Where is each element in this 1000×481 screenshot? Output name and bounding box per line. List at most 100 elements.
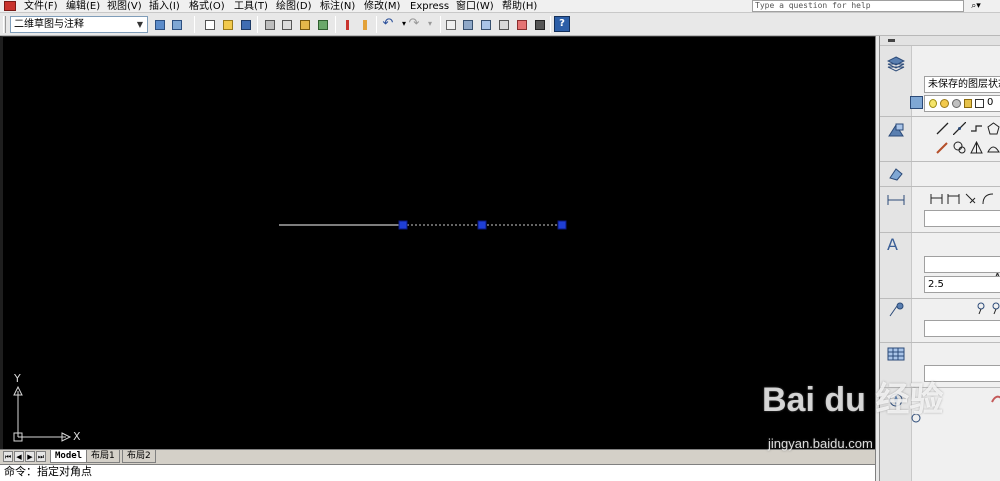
command-line[interactable]: 命令：指定对角点 [0, 464, 875, 481]
workspace-settings-icon[interactable] [151, 16, 167, 32]
palette-rail [880, 46, 912, 481]
lightbulb-icon[interactable] [929, 99, 937, 108]
linear-dimension-icon[interactable] [930, 192, 943, 205]
menu-tools[interactable]: 工具(T) [234, 0, 268, 13]
prev-tab-icon[interactable]: ◀ [14, 451, 24, 462]
polyline-icon[interactable] [970, 122, 983, 135]
new-icon[interactable] [201, 16, 217, 32]
help-icon[interactable]: ? [554, 16, 570, 32]
design-center-icon[interactable] [477, 16, 493, 32]
multileader-style-dropdown[interactable] [924, 320, 1000, 337]
add-leader-icon[interactable] [990, 302, 1000, 315]
grip-end[interactable] [557, 220, 567, 230]
ucs-icon: Y X [11, 372, 81, 443]
multileader-icon[interactable] [973, 302, 986, 315]
3d-dwf-icon[interactable] [314, 16, 330, 32]
menu-insert[interactable]: 插入(I) [149, 0, 180, 13]
properties-icon[interactable] [459, 16, 475, 32]
2d-draw-panel-icon[interactable] [887, 122, 905, 138]
menu-dimension[interactable]: 标注(N) [320, 0, 355, 13]
angular-dimension-icon[interactable] [964, 192, 977, 205]
layer-control-dropdown[interactable]: 0 [924, 95, 1000, 112]
first-tab-icon[interactable]: ⏮ [3, 451, 13, 462]
menu-draw[interactable]: 绘图(D) [276, 0, 312, 13]
revision-cloud-icon[interactable] [936, 141, 949, 154]
help-search-icon[interactable]: ⌕▾ [964, 0, 988, 12]
last-tab-icon[interactable]: ⏭ [36, 451, 46, 462]
chevron-down-icon[interactable]: ▾ [422, 16, 438, 32]
menu-express[interactable]: Express [410, 0, 449, 13]
toolbar-grip[interactable] [3, 16, 6, 33]
panel-separator [880, 186, 1000, 187]
aligned-dimension-icon[interactable] [947, 192, 960, 205]
undo-icon[interactable]: ↶ [380, 16, 396, 32]
pan-icon[interactable] [442, 16, 458, 32]
hatch-icon[interactable] [970, 140, 983, 154]
collapse-icon[interactable] [888, 39, 895, 42]
sun-icon[interactable] [940, 99, 949, 108]
next-tab-icon[interactable]: ▶ [25, 451, 35, 462]
dimensions-panel-icon[interactable] [887, 192, 905, 208]
text-panel-icon[interactable]: A [887, 237, 905, 253]
grip-mid[interactable] [477, 220, 487, 230]
palette-header[interactable] [880, 36, 1000, 46]
gradient-icon[interactable] [987, 141, 1000, 154]
match-properties-icon[interactable] [339, 16, 355, 32]
grip-start[interactable] [398, 220, 408, 230]
app-icon[interactable] [4, 1, 16, 11]
panel-separator [880, 232, 1000, 233]
menu-window[interactable]: 窗口(W) [456, 0, 494, 13]
2d-navigate-panel-icon[interactable] [887, 392, 905, 408]
workspace-dropdown[interactable]: 二维草图与注释 ▼ [10, 16, 148, 33]
dimension-style-dropdown[interactable] [924, 210, 1000, 227]
realtime-pan-icon[interactable] [990, 392, 1000, 405]
toolbar-separator [335, 16, 336, 33]
panel-separator [880, 161, 1000, 162]
text-style-dropdown[interactable] [924, 256, 1000, 273]
viewport-freeze-icon[interactable] [952, 99, 961, 108]
my-workspace-icon[interactable] [168, 16, 184, 32]
publish-icon[interactable] [296, 16, 312, 32]
arc-dimension-icon[interactable] [981, 192, 994, 205]
table-style-dropdown[interactable] [924, 365, 1000, 382]
workspace-value: 二维草图与注释 [14, 19, 84, 30]
multileader-panel-icon[interactable] [887, 302, 905, 318]
menu-file[interactable]: 文件(F) [24, 0, 58, 13]
3d-make-panel-icon[interactable] [887, 166, 905, 182]
menu-edit[interactable]: 编辑(E) [66, 0, 100, 13]
layer-properties-icon[interactable] [910, 96, 923, 109]
print-icon[interactable] [261, 16, 277, 32]
calculator-icon[interactable] [531, 16, 547, 32]
polygon-icon[interactable] [987, 122, 1000, 135]
text-height-field[interactable]: 2.5 [924, 276, 1000, 293]
menu-modify[interactable]: 修改(M) [364, 0, 400, 13]
save-icon[interactable] [237, 16, 253, 32]
tab-layout2[interactable]: 布局2 [122, 450, 156, 463]
tab-model[interactable]: Model [50, 450, 88, 463]
lock-icon[interactable] [964, 99, 972, 108]
layers-panel-icon[interactable] [886, 56, 906, 72]
help-search-input[interactable]: Type a question for help [752, 0, 964, 12]
block-editor-icon[interactable] [356, 16, 372, 32]
tables-panel-icon[interactable] [887, 346, 905, 362]
color-swatch-icon[interactable] [975, 99, 984, 108]
sheet-set-icon[interactable] [513, 16, 529, 32]
zoom-previous-icon[interactable] [910, 412, 923, 425]
redo-icon[interactable]: ↷ [406, 16, 422, 32]
toolbar-separator [257, 16, 258, 33]
construction-line-icon[interactable] [952, 121, 967, 136]
print-preview-icon[interactable] [278, 16, 294, 32]
tab-layout1[interactable]: 布局1 [86, 450, 120, 463]
layer-state-dropdown[interactable]: 未保存的图层状态 [924, 76, 1000, 93]
line-tool-icon[interactable] [936, 122, 949, 135]
menu-view[interactable]: 视图(V) [107, 0, 142, 13]
menu-help[interactable]: 帮助(H) [502, 0, 537, 13]
horizontal-scrollbar[interactable] [164, 452, 875, 462]
drawing-area[interactable]: Y X [0, 36, 875, 449]
circle-tool-icon[interactable] [953, 141, 966, 154]
tool-palettes-icon[interactable] [495, 16, 511, 32]
ucs-x-label: X [73, 430, 81, 443]
menu-format[interactable]: 格式(O) [189, 0, 225, 13]
panel-separator [880, 298, 1000, 299]
open-icon[interactable] [219, 16, 235, 32]
